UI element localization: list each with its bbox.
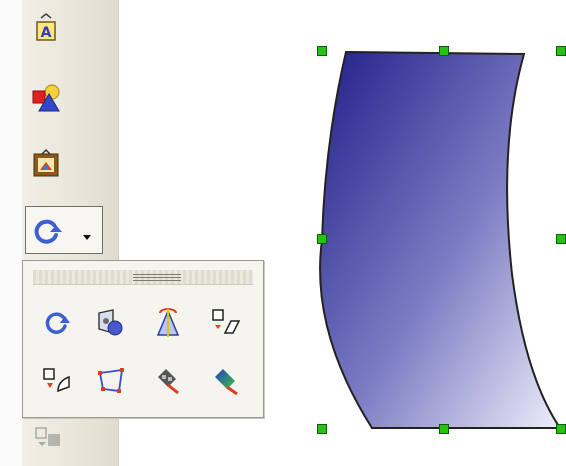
- handle-top-center[interactable]: [439, 46, 449, 56]
- rotate-icon: [45, 312, 70, 334]
- set-in-circle-slant-button[interactable]: [37, 361, 77, 401]
- distort-icon: [98, 368, 124, 393]
- transparency-button[interactable]: [148, 361, 188, 401]
- fontwork-gallery-button[interactable]: A: [28, 10, 64, 46]
- distort-button[interactable]: [91, 361, 131, 401]
- handle-bottom-center[interactable]: [439, 424, 449, 434]
- set-in-circle-slant-icon: [43, 368, 70, 393]
- 3d-rotation-button[interactable]: [148, 303, 188, 343]
- shapes-icon: [32, 84, 60, 112]
- handle-top-left[interactable]: [317, 46, 327, 56]
- rotate-main-button[interactable]: [30, 215, 64, 249]
- 3d-rotation-icon: [156, 308, 180, 337]
- set-in-circle-perspective-icon: [212, 309, 241, 334]
- handle-middle-left[interactable]: [317, 234, 327, 244]
- set-in-circle-perspective-button[interactable]: [205, 303, 245, 343]
- handle-bottom-right[interactable]: [556, 424, 566, 434]
- fontwork-A-icon: A: [36, 13, 56, 41]
- flip-icon: [98, 309, 123, 336]
- dropdown-arrow-icon[interactable]: [82, 227, 92, 240]
- curved-gradient-shape: [319, 50, 562, 429]
- rotate-button[interactable]: [37, 303, 77, 343]
- handle-middle-right[interactable]: [556, 234, 566, 244]
- basic-shapes-button[interactable]: [28, 80, 64, 116]
- selected-curved-shape[interactable]: [300, 30, 566, 450]
- handle-top-right[interactable]: [556, 46, 566, 56]
- rotate-dropdown-button[interactable]: [25, 206, 103, 254]
- image-frame-button[interactable]: [28, 146, 64, 182]
- set-in-circle-slant-disabled-icon: [30, 424, 66, 452]
- transform-tools-popup: [22, 260, 264, 418]
- flip-button[interactable]: [91, 303, 131, 343]
- popup-drag-handle[interactable]: [33, 269, 253, 285]
- rotate-icon: [34, 219, 62, 244]
- gradient-icon: [215, 369, 238, 396]
- grip-lines: [133, 272, 181, 281]
- transparency-icon: [158, 369, 179, 395]
- svg-text:A: A: [41, 25, 52, 41]
- handle-bottom-left[interactable]: [317, 424, 327, 434]
- gradient-button[interactable]: [205, 361, 245, 401]
- framed-picture-icon: [33, 148, 59, 177]
